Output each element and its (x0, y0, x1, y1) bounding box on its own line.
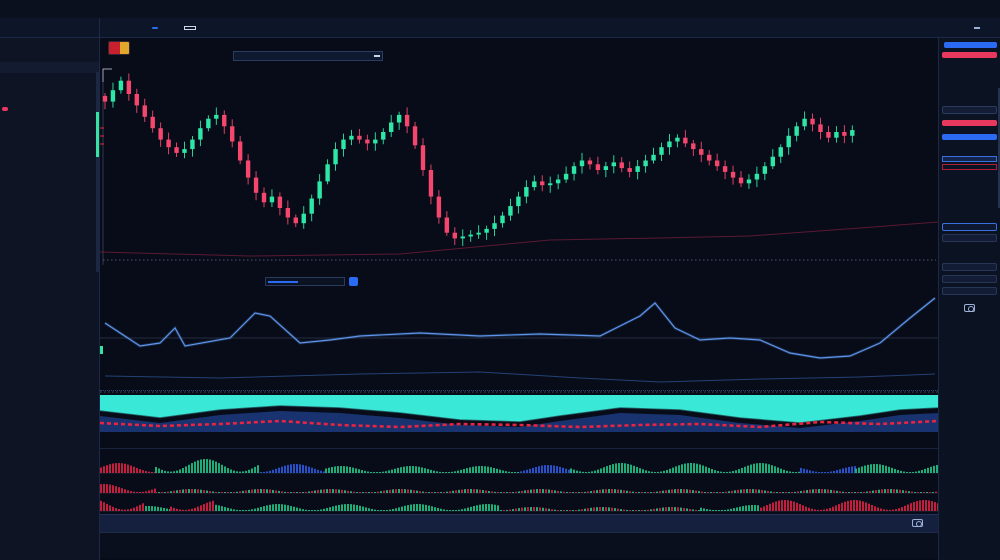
selected-row[interactable] (942, 156, 997, 162)
order-sidebar (938, 38, 1000, 560)
sum-row (0, 62, 99, 73)
chart-header (100, 38, 938, 60)
timeline-bar[interactable] (100, 514, 938, 532)
option-button-1[interactable] (942, 263, 997, 271)
left-sidebar (0, 38, 100, 560)
histogram-panel[interactable] (100, 448, 938, 514)
red-value (942, 164, 997, 170)
chart-panel (100, 38, 938, 560)
highlight-row (0, 145, 99, 157)
close-icon[interactable] (374, 55, 380, 57)
buy-button-top[interactable] (944, 42, 997, 48)
instrument-logo (108, 41, 130, 55)
jssta-button[interactable] (942, 234, 997, 242)
topbar-row2 (0, 18, 1000, 38)
closed-actions (0, 101, 99, 117)
status-values-bar (100, 532, 938, 558)
or-badge[interactable] (152, 27, 158, 29)
watchlist-header (0, 18, 100, 37)
counter-row (0, 89, 99, 101)
topbar-row1 (0, 0, 1000, 18)
grid-icon[interactable] (974, 27, 980, 29)
sidebar-toolbar (0, 38, 99, 52)
ribbon-indicator[interactable] (100, 391, 938, 432)
candlestick-chart[interactable] (100, 60, 938, 273)
notification-banner (233, 51, 383, 61)
replay-icon[interactable] (349, 277, 358, 286)
buy-button-2[interactable] (942, 134, 997, 140)
sidebar-scrollbar[interactable] (96, 72, 99, 272)
option-button-3[interactable] (942, 287, 997, 295)
progress-row (100, 273, 938, 290)
section-title (0, 123, 99, 137)
closed-positions-button[interactable] (2, 107, 8, 111)
progress-bar[interactable] (265, 277, 345, 286)
option-button-2[interactable] (942, 275, 997, 283)
sell-button-2[interactable] (942, 120, 997, 126)
trading-app (0, 0, 1000, 560)
dark-button[interactable] (942, 106, 997, 114)
oscillator-panel[interactable] (100, 290, 938, 391)
outline-button[interactable] (942, 223, 997, 231)
snapshot-icon[interactable] (964, 304, 975, 312)
camera-icon[interactable] (912, 519, 923, 527)
quote-box[interactable] (184, 26, 196, 30)
sell-button-top[interactable] (942, 52, 997, 58)
ribbon-labels (100, 432, 938, 448)
